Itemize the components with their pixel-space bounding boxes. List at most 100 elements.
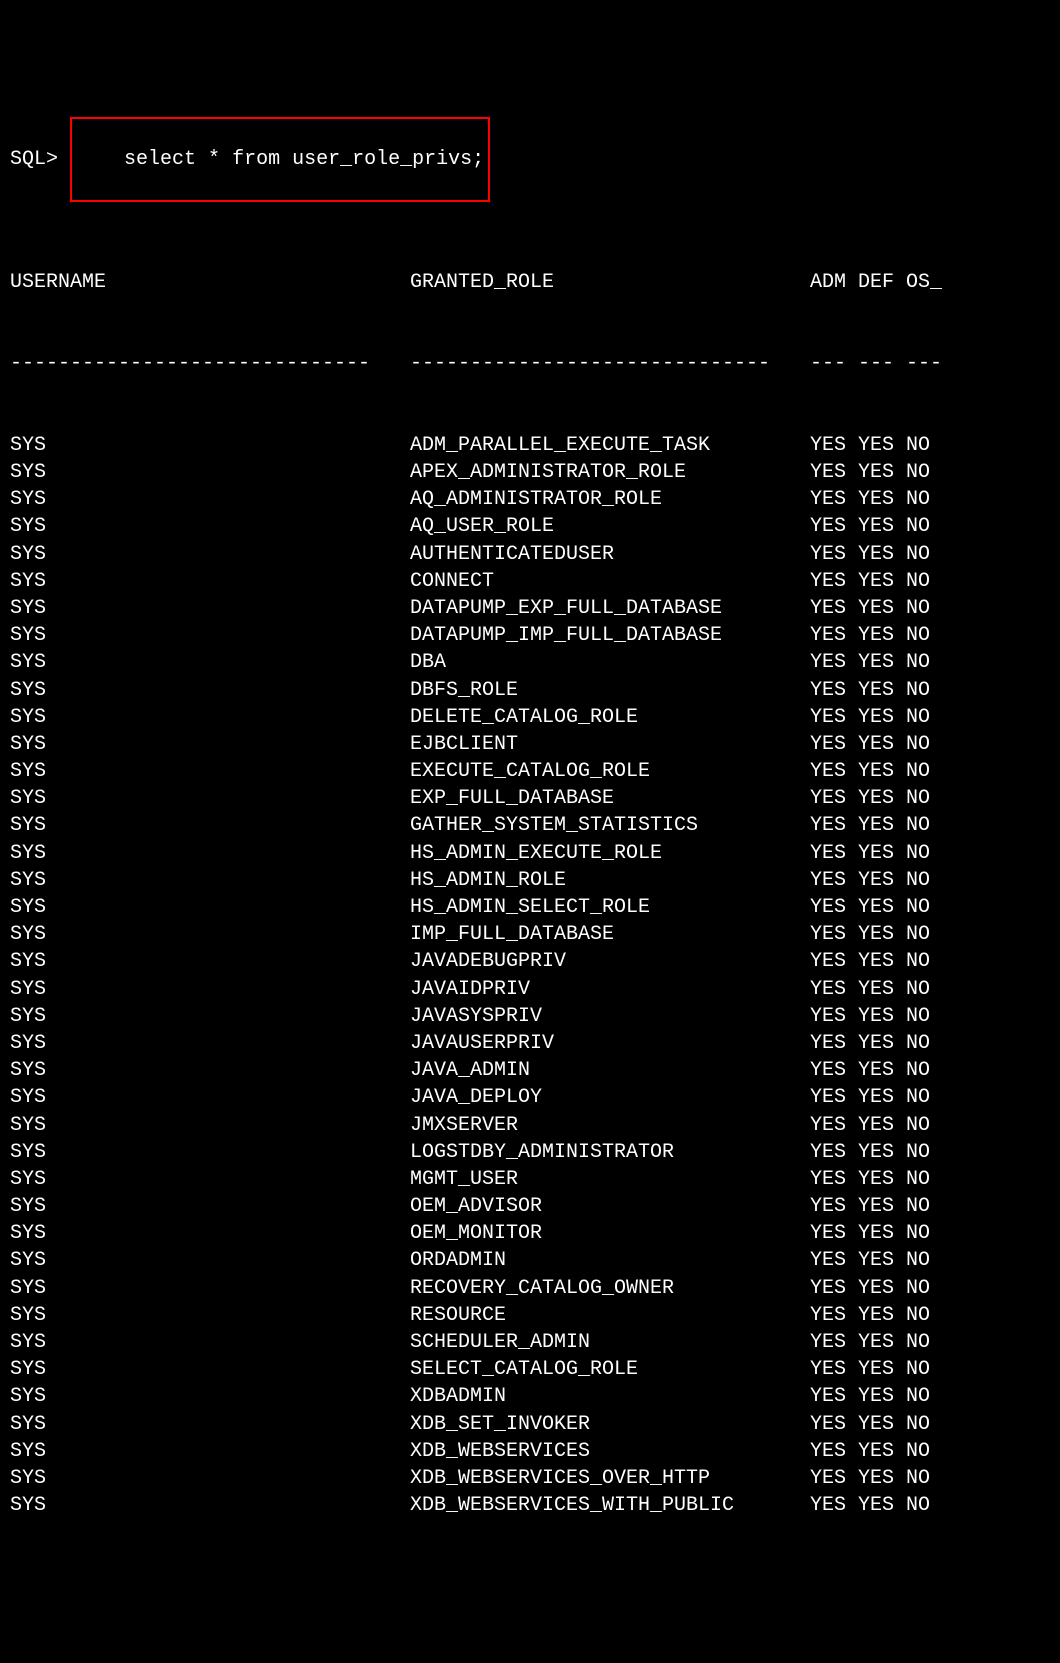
cell-adm: YES xyxy=(810,1030,858,1057)
cell-adm: YES xyxy=(810,1057,858,1084)
cell-def: YES xyxy=(858,1220,906,1247)
cell-username: SYS xyxy=(10,840,410,867)
table-row: SYSOEM_ADVISORYESYESNO xyxy=(10,1193,1050,1220)
cell-def: YES xyxy=(858,513,906,540)
cell-def: YES xyxy=(858,486,906,513)
table-row: SYSSCHEDULER_ADMINYESYESNO xyxy=(10,1329,1050,1356)
cell-granted-role: CONNECT xyxy=(410,568,810,595)
dash-username: ------------------------------ xyxy=(10,350,410,377)
table-row: SYSHS_ADMIN_EXECUTE_ROLEYESYESNO xyxy=(10,840,1050,867)
cell-def: YES xyxy=(858,1411,906,1438)
cell-os: NO xyxy=(906,1302,944,1329)
table-row: SYSAPEX_ADMINISTRATOR_ROLEYESYESNO xyxy=(10,459,1050,486)
cell-username: SYS xyxy=(10,1247,410,1274)
cell-adm: YES xyxy=(810,1329,858,1356)
header-adm: ADM xyxy=(810,269,858,296)
cell-granted-role: GATHER_SYSTEM_STATISTICS xyxy=(410,812,810,839)
cell-username: SYS xyxy=(10,1465,410,1492)
cell-def: YES xyxy=(858,1302,906,1329)
table-row: SYSRESOURCEYESYESNO xyxy=(10,1302,1050,1329)
cell-adm: YES xyxy=(810,1220,858,1247)
cell-adm: YES xyxy=(810,758,858,785)
table-body: SYSADM_PARALLEL_EXECUTE_TASKYESYESNOSYSA… xyxy=(10,432,1050,1520)
cell-adm: YES xyxy=(810,486,858,513)
cell-os: NO xyxy=(906,948,944,975)
table-row: SYSEJBCLIENTYESYESNO xyxy=(10,731,1050,758)
table-row: SYSRECOVERY_CATALOG_OWNERYESYESNO xyxy=(10,1275,1050,1302)
cell-def: YES xyxy=(858,1003,906,1030)
cell-granted-role: IMP_FULL_DATABASE xyxy=(410,921,810,948)
cell-def: YES xyxy=(858,1329,906,1356)
table-row: SYSAQ_ADMINISTRATOR_ROLEYESYESNO xyxy=(10,486,1050,513)
cell-os: NO xyxy=(906,785,944,812)
table-row: SYSAUTHENTICATEDUSERYESYESNO xyxy=(10,541,1050,568)
cell-adm: YES xyxy=(810,1302,858,1329)
cell-def: YES xyxy=(858,1438,906,1465)
cell-def: YES xyxy=(858,785,906,812)
sql-prompt: SQL> xyxy=(10,146,58,173)
cell-granted-role: JAVA_DEPLOY xyxy=(410,1084,810,1111)
cell-adm: YES xyxy=(810,1166,858,1193)
cell-def: YES xyxy=(858,649,906,676)
cell-os: NO xyxy=(906,568,944,595)
cell-granted-role: SCHEDULER_ADMIN xyxy=(410,1329,810,1356)
cell-adm: YES xyxy=(810,649,858,676)
cell-granted-role: JAVADEBUGPRIV xyxy=(410,948,810,975)
cell-os: NO xyxy=(906,731,944,758)
cell-username: SYS xyxy=(10,622,410,649)
cell-username: SYS xyxy=(10,1329,410,1356)
table-row: SYSSELECT_CATALOG_ROLEYESYESNO xyxy=(10,1356,1050,1383)
cell-username: SYS xyxy=(10,1139,410,1166)
cell-username: SYS xyxy=(10,568,410,595)
cell-adm: YES xyxy=(810,1275,858,1302)
sql-prompt-line[interactable]: SQL> select * from user_role_privs; xyxy=(10,117,1050,203)
cell-adm: YES xyxy=(810,812,858,839)
cell-username: SYS xyxy=(10,1166,410,1193)
cell-os: NO xyxy=(906,976,944,1003)
cell-granted-role: JAVA_ADMIN xyxy=(410,1057,810,1084)
table-row: SYSDATAPUMP_EXP_FULL_DATABASEYESYESNO xyxy=(10,595,1050,622)
table-row: SYSJMXSERVERYESYESNO xyxy=(10,1112,1050,1139)
cell-adm: YES xyxy=(810,1003,858,1030)
cell-username: SYS xyxy=(10,1356,410,1383)
cell-adm: YES xyxy=(810,568,858,595)
cell-adm: YES xyxy=(810,840,858,867)
cell-def: YES xyxy=(858,1166,906,1193)
cell-adm: YES xyxy=(810,731,858,758)
cell-def: YES xyxy=(858,1139,906,1166)
cell-os: NO xyxy=(906,812,944,839)
cell-adm: YES xyxy=(810,1411,858,1438)
cell-os: NO xyxy=(906,867,944,894)
cell-os: NO xyxy=(906,622,944,649)
table-dash-row: ------------------------------ ---------… xyxy=(10,350,1050,377)
table-row: SYSDELETE_CATALOG_ROLEYESYESNO xyxy=(10,704,1050,731)
cell-granted-role: LOGSTDBY_ADMINISTRATOR xyxy=(410,1139,810,1166)
table-row: SYSIMP_FULL_DATABASEYESYESNO xyxy=(10,921,1050,948)
table-row: SYSEXECUTE_CATALOG_ROLEYESYESNO xyxy=(10,758,1050,785)
table-row: SYSXDB_WEBSERVICES_OVER_HTTPYESYESNO xyxy=(10,1465,1050,1492)
cell-os: NO xyxy=(906,486,944,513)
cell-adm: YES xyxy=(810,459,858,486)
cell-def: YES xyxy=(858,568,906,595)
cell-adm: YES xyxy=(810,513,858,540)
cell-granted-role: APEX_ADMINISTRATOR_ROLE xyxy=(410,459,810,486)
cell-def: YES xyxy=(858,867,906,894)
cell-os: NO xyxy=(906,1275,944,1302)
cell-username: SYS xyxy=(10,541,410,568)
table-row: SYSJAVADEBUGPRIVYESYESNO xyxy=(10,948,1050,975)
cell-username: SYS xyxy=(10,1003,410,1030)
dash-adm: --- xyxy=(810,350,858,377)
cell-username: SYS xyxy=(10,513,410,540)
cell-granted-role: AQ_ADMINISTRATOR_ROLE xyxy=(410,486,810,513)
table-row: SYSORDADMINYESYESNO xyxy=(10,1247,1050,1274)
cell-username: SYS xyxy=(10,1492,410,1519)
table-row: SYSOEM_MONITORYESYESNO xyxy=(10,1220,1050,1247)
cell-granted-role: SELECT_CATALOG_ROLE xyxy=(410,1356,810,1383)
cell-os: NO xyxy=(906,1030,944,1057)
table-header-row: USERNAME GRANTED_ROLE ADM DEF OS_ xyxy=(10,269,1050,296)
cell-def: YES xyxy=(858,622,906,649)
cell-username: SYS xyxy=(10,785,410,812)
cell-granted-role: ORDADMIN xyxy=(410,1247,810,1274)
table-row: SYSHS_ADMIN_ROLEYESYESNO xyxy=(10,867,1050,894)
table-row: SYSCONNECTYESYESNO xyxy=(10,568,1050,595)
